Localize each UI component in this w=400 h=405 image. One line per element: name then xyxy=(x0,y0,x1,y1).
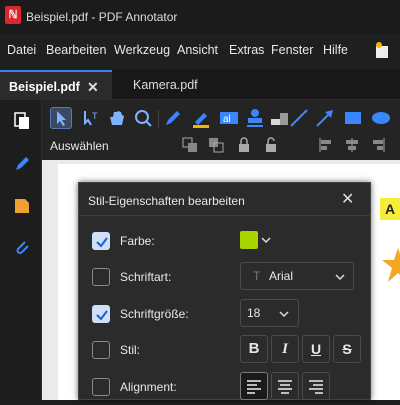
font-type-icon: T xyxy=(253,269,261,283)
toolbar-divider xyxy=(158,110,159,128)
window-title: Beispiel.pdf - PDF Annotator xyxy=(26,10,178,24)
font-size-dropdown[interactable]: 18 xyxy=(240,299,299,327)
app-logo-icon: ℕ xyxy=(5,6,21,24)
hand-icon[interactable] xyxy=(106,107,128,129)
align-center-icon xyxy=(278,380,292,394)
menu-datei[interactable]: Datei xyxy=(7,43,36,57)
eraser-icon[interactable] xyxy=(268,107,290,129)
italic-button[interactable]: I xyxy=(271,335,299,363)
font-size-label: Schriftgröße: xyxy=(120,307,189,321)
arrow-icon[interactable] xyxy=(314,107,336,129)
lock-icon[interactable] xyxy=(236,137,252,153)
row-style: Stil: B I U S xyxy=(79,332,370,368)
unlock-icon[interactable] xyxy=(263,137,279,153)
annotation-toolbar: T al Auswählen xyxy=(42,100,400,160)
font-size-value: 18 xyxy=(247,306,261,320)
font-checkbox[interactable] xyxy=(92,268,110,286)
svg-text:T: T xyxy=(92,111,98,121)
menu-werkzeug[interactable]: Werkzeug xyxy=(114,43,170,57)
text-annotation[interactable]: A xyxy=(380,198,400,220)
menu-bearbeiten[interactable]: Bearbeiten xyxy=(46,43,106,57)
color-checkbox[interactable] xyxy=(92,232,110,250)
align-left-button[interactable] xyxy=(240,372,268,400)
line-icon[interactable] xyxy=(288,107,310,129)
tab-beispiel[interactable]: Beispiel.pdf ✕ xyxy=(0,70,112,100)
check-icon xyxy=(96,237,108,248)
menu-ansicht[interactable]: Ansicht xyxy=(177,43,218,57)
row-font: Schriftart: T Arial xyxy=(79,259,370,295)
align-center-icon[interactable] xyxy=(344,137,360,153)
align-right-icon xyxy=(309,380,323,394)
ellipse-icon[interactable] xyxy=(370,107,392,129)
alignment-checkbox[interactable] xyxy=(92,378,110,396)
ungroup-icon[interactable] xyxy=(208,137,224,153)
dialog-divider xyxy=(79,215,370,216)
font-size-checkbox[interactable] xyxy=(92,305,110,323)
strikethrough-button[interactable]: S xyxy=(333,335,361,363)
cursor-arrow-icon xyxy=(57,111,66,126)
font-dropdown[interactable]: T Arial xyxy=(240,262,354,290)
pen-icon[interactable] xyxy=(162,107,184,129)
zoom-icon[interactable] xyxy=(132,107,154,129)
document-tab-bar: Beispiel.pdf ✕ Kamera.pdf xyxy=(0,70,400,100)
font-label: Schriftart: xyxy=(120,270,172,284)
select-tool-button[interactable] xyxy=(50,107,72,129)
align-right-icon[interactable] xyxy=(370,137,386,153)
highlighter-icon[interactable] xyxy=(190,107,212,129)
pages-icon[interactable] xyxy=(13,112,31,130)
style-label: Stil: xyxy=(120,343,141,357)
menu-fenster[interactable]: Fenster xyxy=(271,43,313,57)
star-annotation-icon[interactable] xyxy=(376,246,400,290)
align-left-icon[interactable] xyxy=(318,137,334,153)
tool-mode-label: Auswählen xyxy=(50,139,109,153)
underline-button[interactable]: U xyxy=(302,335,330,363)
font-value: Arial xyxy=(269,269,294,283)
chevron-down-icon xyxy=(335,274,345,281)
align-left-icon xyxy=(247,380,261,394)
dialog-title: Stil-Eigenschaften bearbeiten xyxy=(88,194,245,208)
align-center-button[interactable] xyxy=(271,372,299,400)
alignment-label: Alignment: xyxy=(120,380,177,394)
close-icon[interactable]: ✕ xyxy=(87,72,99,102)
style-checkbox[interactable] xyxy=(92,341,110,359)
menu-hilfe[interactable]: Hilfe xyxy=(323,43,348,57)
text-box-icon[interactable]: al xyxy=(218,107,240,129)
menu-extras[interactable]: Extras xyxy=(229,43,264,57)
bold-button[interactable]: B xyxy=(240,335,268,363)
group-icon[interactable] xyxy=(182,137,198,153)
left-sidebar xyxy=(0,100,42,400)
chevron-down-icon xyxy=(279,311,289,318)
bookmarks-icon[interactable] xyxy=(13,197,31,215)
rectangle-icon[interactable] xyxy=(342,107,364,129)
chevron-down-icon[interactable] xyxy=(261,235,271,245)
align-right-button[interactable] xyxy=(302,372,330,400)
svg-text:al: al xyxy=(223,114,231,125)
style-properties-dialog: Stil-Eigenschaften bearbeiten ✕ Farbe: S… xyxy=(78,182,371,400)
check-icon xyxy=(96,310,108,321)
close-icon[interactable]: ✕ xyxy=(341,189,354,209)
menu-bar: Datei Bearbeiten Werkzeug Ansicht Extras… xyxy=(0,40,400,62)
color-label: Farbe: xyxy=(120,234,155,248)
tab-label: Beispiel.pdf xyxy=(9,80,80,94)
row-color: Farbe: xyxy=(79,223,370,259)
tab-kamera[interactable]: Kamera.pdf xyxy=(133,70,198,100)
whats-new-icon[interactable] xyxy=(373,40,391,60)
attachment-icon[interactable] xyxy=(13,238,31,256)
annotations-pen-icon[interactable] xyxy=(13,155,31,173)
color-swatch[interactable] xyxy=(240,231,258,249)
row-font-size: Schriftgröße: 18 xyxy=(79,296,370,332)
stamp-icon[interactable] xyxy=(244,107,266,129)
text-select-icon[interactable]: T xyxy=(79,107,101,129)
